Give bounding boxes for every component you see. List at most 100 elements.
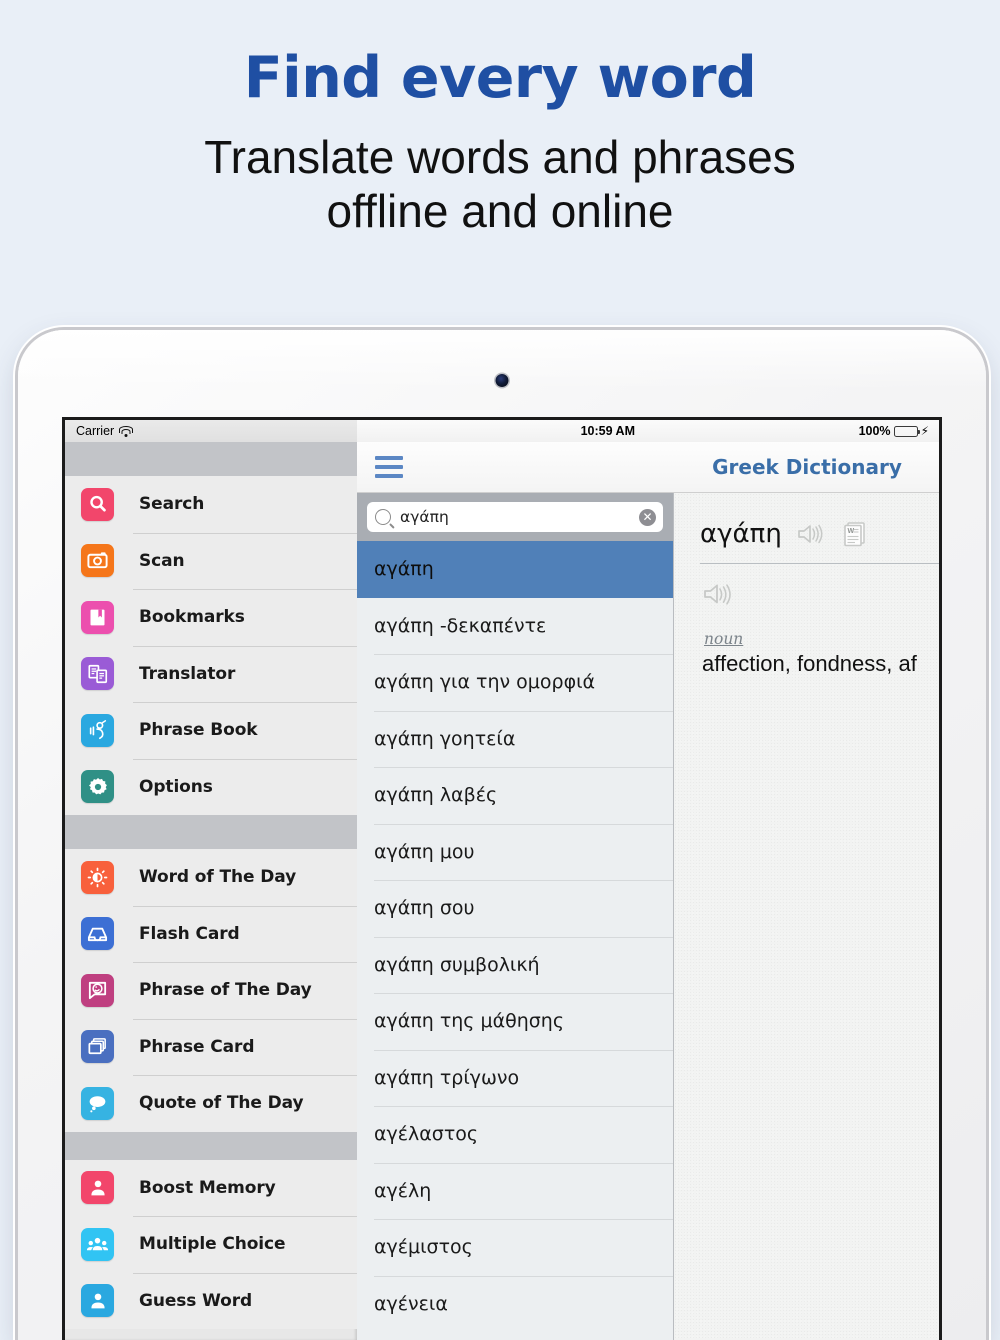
sidebar-item-label: Flash Card: [139, 923, 240, 944]
sidebar-item-quote-of-the-day[interactable]: Quote of The Day: [65, 1075, 357, 1132]
ios-status-bar: Carrier 10:59 AM 100% ⚡: [65, 420, 939, 442]
inbox-tray-icon: [81, 917, 114, 951]
speech-smiley-icon: [81, 973, 114, 1007]
list-item[interactable]: αγάπη γοητεία: [357, 710, 673, 768]
clear-circle-icon[interactable]: ✕: [639, 508, 656, 526]
speaker-icon[interactable]: [702, 580, 735, 608]
list-item[interactable]: αγάπη της μάθησης: [357, 993, 673, 1050]
camera-icon: [81, 544, 114, 578]
split-panes: αγάπη ✕ αγάπη αγάπη -δεκαπέντε αγάπη για…: [357, 493, 939, 1340]
word-document-icon[interactable]: W: [840, 519, 870, 549]
promo-header: Find every word Translate words and phra…: [0, 0, 1000, 238]
list-item[interactable]: αγάπη -δεκαπέντε: [357, 598, 673, 655]
sidebar-item-label: Phrase Book: [139, 720, 258, 741]
app-navbar: Greek Dictionary: [357, 442, 939, 493]
magnifier-icon: [81, 487, 114, 521]
sidebar-item-scan[interactable]: Scan: [65, 532, 357, 590]
list-item[interactable]: αγάπη σου: [357, 880, 673, 937]
sidebar-spacer-mid-1: [65, 815, 357, 849]
sidebar-item-label: Bookmarks: [139, 607, 245, 628]
sidebar-item-label: Guess Word: [139, 1290, 253, 1311]
list-item[interactable]: αγάπη για την ομορφιά: [357, 654, 673, 711]
sidebar-item-boost-memory[interactable]: Boost Memory: [65, 1160, 357, 1217]
sidebar-item-search[interactable]: Search: [65, 476, 357, 533]
wifi-icon: [119, 425, 134, 437]
list-item[interactable]: αγέλαστος: [357, 1106, 673, 1163]
list-item[interactable]: αγάπη τρίγωνο: [357, 1049, 673, 1107]
thought-bubble-icon: [81, 1086, 114, 1120]
sidebar-group-tools: Search Scan Bookmarks Translator Phrase …: [65, 476, 357, 815]
sidebar-spacer-mid-2: [65, 1131, 357, 1160]
sidebar-item-label: Phrase of The Day: [139, 980, 312, 1001]
sidebar-item-label: Multiple Choice: [139, 1234, 286, 1255]
svg-text:W: W: [847, 528, 854, 535]
search-bar: αγάπη ✕: [357, 493, 673, 541]
subtitle-line-1: Translate words and phrases: [204, 130, 796, 183]
documents-icon: [81, 657, 114, 691]
list-item[interactable]: αγάπη λαβές: [357, 767, 673, 824]
person-icon: [81, 1284, 114, 1318]
sidebar-item-label: Phrase Card: [139, 1036, 255, 1057]
sidebar-item-guess-word[interactable]: Guess Word: [65, 1272, 357, 1330]
sun-icon: [81, 860, 114, 894]
app-body: Search Scan Bookmarks Translator Phrase …: [65, 442, 939, 1340]
front-camera-icon: [495, 374, 509, 387]
sidebar-item-label: Boost Memory: [139, 1177, 276, 1198]
people-group-icon: [81, 1227, 114, 1261]
sidebar-group-daily: Word of The Day Flash Card Phrase of The…: [65, 849, 357, 1132]
sidebar-item-flash-card[interactable]: Flash Card: [65, 905, 357, 963]
sidebar-item-label: Word of The Day: [139, 867, 297, 888]
list-item[interactable]: αγέλη: [357, 1162, 673, 1220]
magnifier-icon: [375, 509, 391, 525]
tablet-device-mockup: Carrier 10:59 AM 100% ⚡ Search Scan Book…: [18, 330, 986, 1340]
person-icon: [81, 1171, 114, 1205]
search-input-value: αγάπη: [400, 508, 449, 526]
sidebar-item-label: Scan: [139, 550, 185, 571]
sidebar-item-phrase-book[interactable]: Phrase Book: [65, 702, 357, 759]
sidebar-item-multiple-choice[interactable]: Multiple Choice: [65, 1216, 357, 1273]
status-bar-clock: 10:59 AM: [580, 424, 635, 438]
status-bar-right: 100% ⚡: [859, 424, 939, 438]
part-of-speech-label: noun: [704, 630, 744, 648]
sidebar-item-bookmarks[interactable]: Bookmarks: [65, 589, 357, 646]
list-item[interactable]: αγάπη συμβολική: [357, 936, 673, 994]
sidebar-item-label: Search: [139, 494, 205, 515]
word-list[interactable]: αγάπη αγάπη -δεκαπέντε αγάπη για την ομο…: [357, 541, 673, 1340]
list-item[interactable]: αγάπη: [357, 541, 673, 598]
battery-full-icon: [893, 425, 921, 437]
app-title: Greek Dictionary: [712, 455, 902, 479]
sidebar-item-word-of-the-day[interactable]: Word of The Day: [65, 849, 357, 906]
device-screen: Carrier 10:59 AM 100% ⚡ Search Scan Book…: [65, 420, 939, 1340]
sidebar-item-label: Options: [139, 776, 213, 797]
list-item[interactable]: αγένεια: [357, 1275, 673, 1333]
word-list-pane: αγάπη ✕ αγάπη αγάπη -δεκαπέντε αγάπη για…: [357, 493, 674, 1340]
sidebar-item-label: Translator: [139, 663, 236, 684]
main-content: Greek Dictionary αγάπη ✕ αγάπη αγάπη -δε…: [357, 442, 939, 1340]
search-input[interactable]: αγάπη ✕: [367, 502, 663, 532]
page-title: Find every word: [243, 45, 757, 111]
status-bar-left: Carrier: [65, 420, 357, 442]
sidebar-item-phrase-of-the-day[interactable]: Phrase of The Day: [65, 962, 357, 1019]
speaker-icon[interactable]: [796, 521, 826, 547]
sidebar-item-label: Quote of The Day: [139, 1093, 304, 1114]
sidebar-spacer-top: [65, 442, 357, 476]
list-item[interactable]: αγέμιστος: [357, 1219, 673, 1276]
sidebar-group-practice: Boost Memory Multiple Choice Guess Word: [65, 1159, 357, 1330]
carrier-label: Carrier: [76, 424, 115, 438]
battery-percent-label: 100%: [858, 424, 891, 438]
definition-header: αγάπη W: [674, 493, 939, 549]
card-stack-icon: [81, 1030, 114, 1064]
sidebar[interactable]: Search Scan Bookmarks Translator Phrase …: [65, 442, 357, 1340]
sidebar-item-translator[interactable]: Translator: [65, 645, 357, 703]
gear-icon: [81, 770, 114, 804]
definition-divider: [700, 563, 939, 564]
subtitle-line-2: offline and online: [326, 184, 674, 237]
sidebar-item-phrase-card[interactable]: Phrase Card: [65, 1018, 357, 1076]
page-subtitle: Translate words and phrases offline and …: [0, 110, 1000, 239]
lightning-bolt-icon: ⚡: [920, 424, 929, 438]
bookmark-icon: [81, 600, 114, 634]
list-item[interactable]: αγάπη μου: [357, 823, 673, 881]
definition-text: affection, fondness, af: [702, 651, 917, 676]
sidebar-item-options[interactable]: Options: [65, 758, 357, 816]
definition-pane: αγάπη W noun affection, fondness, af: [674, 493, 939, 1340]
